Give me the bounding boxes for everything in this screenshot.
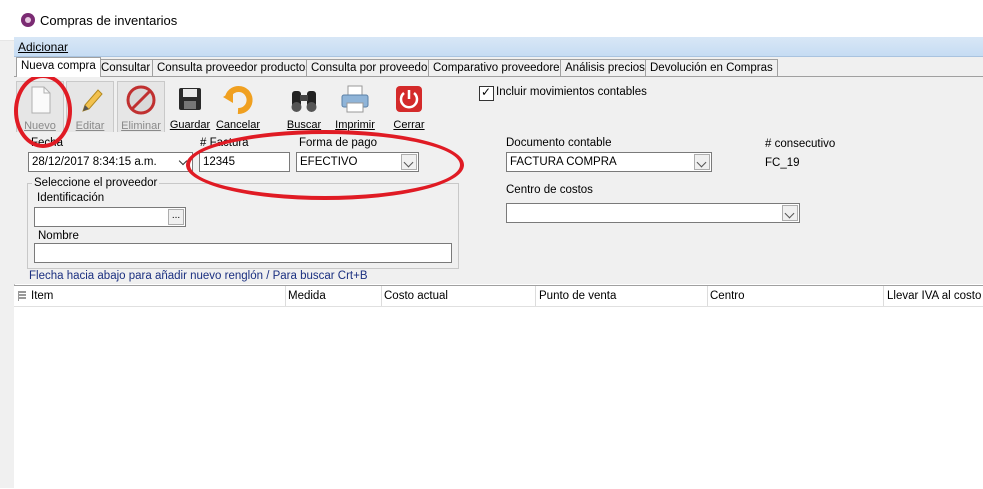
nuevo-button[interactable]: Nuevo [16, 81, 64, 133]
column-header-centro[interactable]: Centro [710, 290, 745, 302]
column-divider[interactable] [381, 286, 382, 306]
power-icon [396, 86, 422, 112]
factura-input[interactable]: 12345 [199, 152, 290, 172]
items-grid[interactable]: Item Medida Costo actual Punto de venta … [14, 285, 983, 489]
app-icon [21, 13, 35, 27]
grid-header: Item Medida Costo actual Punto de venta … [14, 286, 983, 307]
eliminar-label: Eliminar [121, 120, 161, 132]
consecutivo-value: FC_19 [765, 157, 800, 169]
column-divider[interactable] [285, 286, 286, 306]
menu-bar: Adicionar [14, 37, 983, 57]
chevron-down-icon [696, 157, 707, 168]
cancelar-label: Cancelar [215, 119, 261, 131]
tab-consultar[interactable]: Consultar [96, 59, 156, 76]
documento-contable-value: FACTURA COMPRA [510, 156, 617, 168]
incluir-movimientos-checkbox[interactable]: ✓ [479, 85, 494, 101]
forma-pago-select[interactable]: EFECTIVO [296, 152, 419, 172]
column-divider[interactable] [535, 286, 536, 306]
undo-arrow-icon [223, 86, 253, 114]
toolbar: Nuevo Editar Eliminar Guardar Cancelar B… [14, 76, 983, 133]
centro-costos-dropdown-button[interactable] [782, 205, 798, 221]
guardar-label: Guardar [169, 119, 211, 131]
chevron-down-icon [403, 157, 414, 168]
nuevo-label: Nuevo [24, 120, 56, 132]
tab-consulta-por-proveedor[interactable]: Consulta por proveedor [306, 59, 437, 76]
identificacion-label: Identificación [37, 192, 105, 204]
tab-comparativo-proveedores[interactable]: Comparativo proveedores [428, 59, 571, 76]
nombre-label: Nombre [38, 230, 79, 242]
chevron-down-icon [178, 156, 188, 166]
proveedor-group-title: Seleccione el proveedor [32, 177, 160, 189]
tab-analisis-precios[interactable]: Análisis precios [560, 59, 650, 76]
tab-devolucion-compras[interactable]: Devolución en Compras [645, 59, 778, 76]
documento-contable-dropdown-button[interactable] [694, 154, 710, 170]
column-divider[interactable] [883, 286, 884, 306]
centro-costos-label: Centro de costos [506, 184, 593, 196]
imprimir-label: Imprimir [335, 119, 375, 131]
pencil-icon [82, 89, 103, 112]
column-header-llevar-iva[interactable]: Llevar IVA al costo [887, 290, 981, 302]
binoculars-icon [291, 91, 317, 112]
tab-nueva-compra[interactable]: Nueva compra [16, 57, 101, 77]
no-entry-icon [126, 85, 156, 115]
consecutivo-label: # consecutivo [765, 138, 836, 150]
fecha-label: Fecha [31, 137, 63, 149]
identificacion-lookup-button[interactable]: ... [168, 209, 184, 225]
cerrar-label: Cerrar [393, 119, 425, 131]
column-divider[interactable] [707, 286, 708, 306]
column-header-punto-venta[interactable]: Punto de venta [539, 290, 616, 302]
floppy-disk-icon [179, 88, 201, 110]
eliminar-button[interactable]: Eliminar [117, 81, 165, 133]
title-bar: Compras de inventarios [0, 0, 983, 41]
background-window-edge [0, 0, 15, 488]
buscar-button[interactable]: Buscar [281, 81, 327, 131]
cerrar-button[interactable]: Cerrar [386, 81, 432, 131]
documento-contable-label: Documento contable [506, 137, 612, 149]
tab-strip: Nueva compra Consultar Consulta proveedo… [14, 57, 983, 77]
editar-label: Editar [75, 120, 105, 132]
incluir-movimientos-label: Incluir movimientos contables [496, 86, 647, 98]
guardar-button[interactable]: Guardar [167, 81, 213, 131]
tab-consulta-proveedor-productos[interactable]: Consulta proveedor productos [152, 59, 317, 76]
new-document-icon [31, 86, 51, 114]
checkmark-icon: ✓ [481, 85, 492, 99]
buscar-label: Buscar [286, 119, 322, 131]
forma-pago-label: Forma de pago [299, 137, 377, 149]
forma-pago-dropdown-button[interactable] [401, 154, 417, 170]
editar-button[interactable]: Editar [66, 81, 114, 133]
imprimir-button[interactable]: Imprimir [332, 81, 378, 131]
column-header-medida[interactable]: Medida [288, 290, 326, 302]
column-header-costo-actual[interactable]: Costo actual [384, 290, 448, 302]
window-title: Compras de inventarios [40, 13, 178, 28]
forma-pago-value: EFECTIVO [300, 156, 358, 168]
fecha-datepicker[interactable]: 28/12/2017 8:34:15 a.m. [28, 152, 193, 172]
column-header-item[interactable]: Item [31, 290, 53, 302]
nombre-input[interactable] [34, 243, 452, 263]
grid-hint-text: Flecha hacia abajo para añadir nuevo ren… [29, 270, 368, 282]
identificacion-input[interactable]: ... [34, 207, 186, 227]
cancelar-button[interactable]: Cancelar [215, 81, 261, 131]
printer-icon [341, 85, 369, 113]
menu-item-adicionar[interactable]: Adicionar [18, 40, 68, 54]
documento-contable-select[interactable]: FACTURA COMPRA [506, 152, 712, 172]
chevron-down-icon [784, 208, 795, 219]
centro-costos-select[interactable] [506, 203, 800, 223]
factura-label: # Factura [200, 137, 249, 149]
fecha-value: 28/12/2017 8:34:15 a.m. [32, 156, 157, 168]
row-selector-icon [18, 291, 26, 301]
